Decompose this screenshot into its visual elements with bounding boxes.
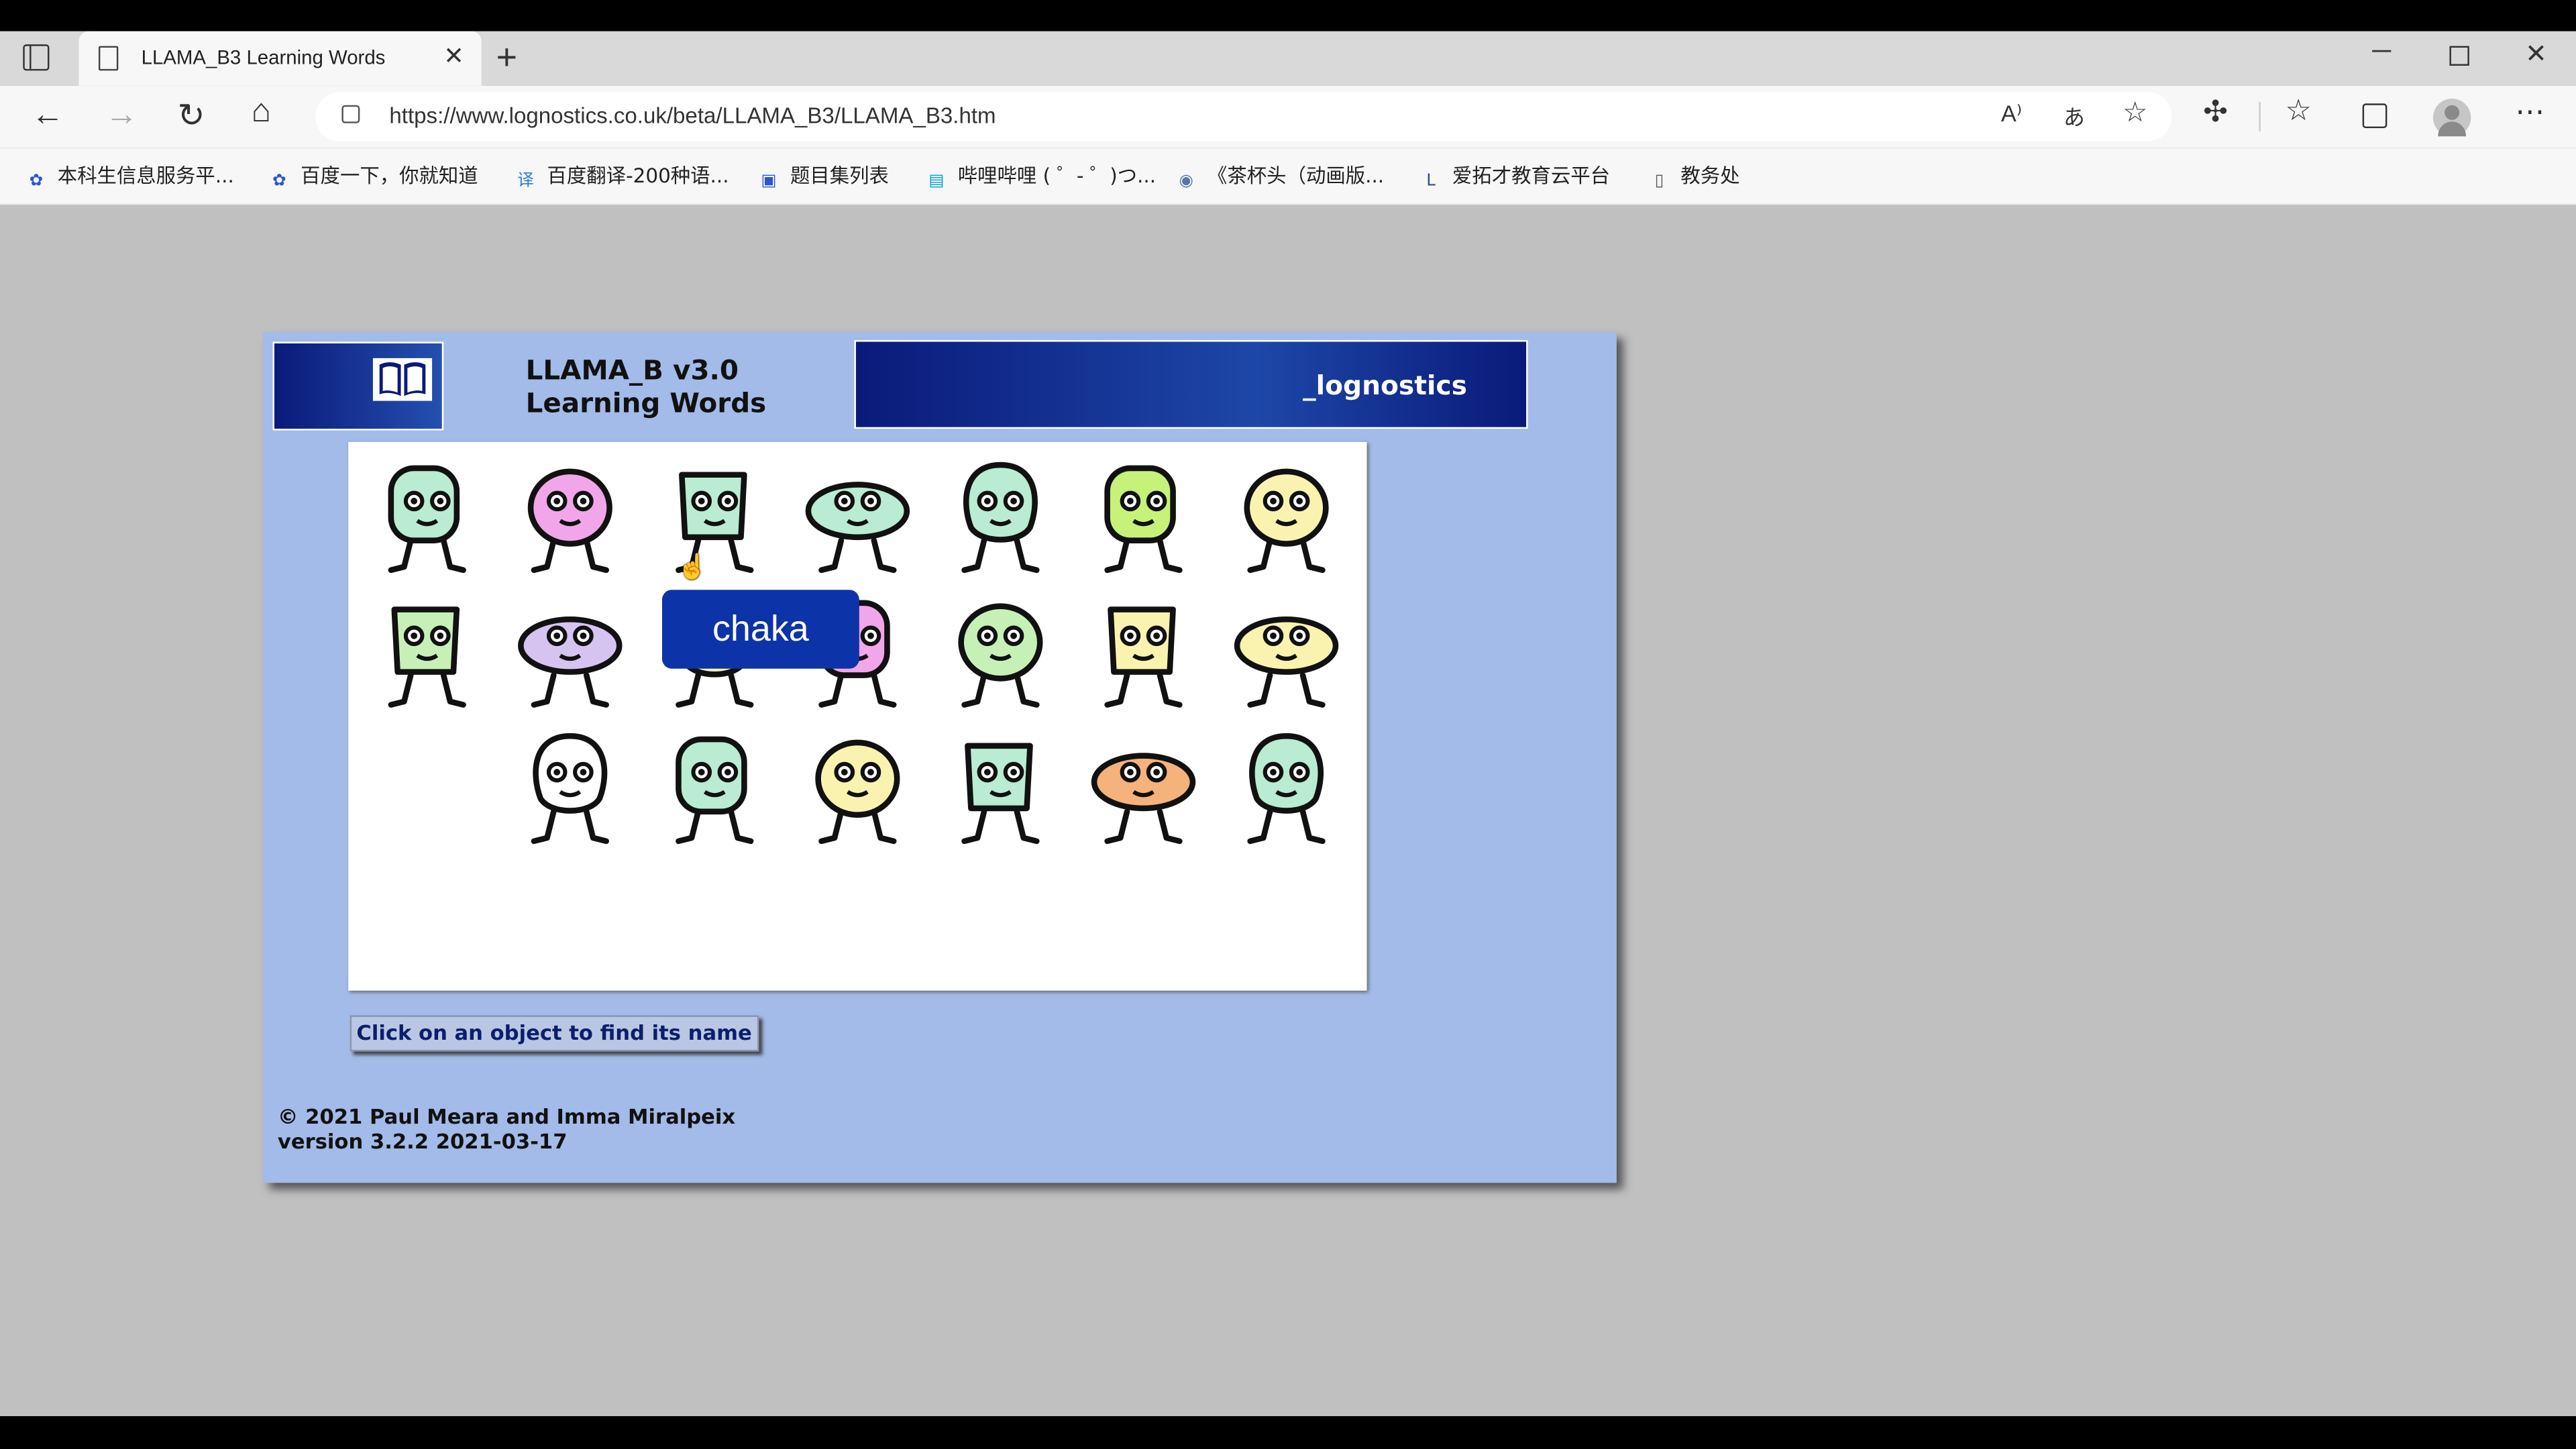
bookmark-item[interactable]: 译百度翻译-200种语...: [515, 161, 729, 194]
profile-avatar[interactable]: [2432, 98, 2471, 137]
forward-icon[interactable]: →: [105, 97, 138, 134]
creature-board: [348, 441, 1367, 991]
brand-banner: _lognostics: [854, 339, 1528, 429]
add-favorite-icon[interactable]: ☆: [2123, 97, 2147, 129]
bookmark-label: 题目集列表: [790, 164, 889, 188]
ufo-creature[interactable]: [934, 451, 1066, 583]
bookmark-item[interactable]: ✿ 本科生信息服务平...: [25, 161, 234, 194]
bookmark-label: 爱拓才教育云平台: [1452, 164, 1611, 188]
chat-icon: ▣: [761, 172, 777, 191]
favorites-icon[interactable]: ☆: [2286, 94, 2312, 128]
app-title: LLAMA_B v3.0 Learning Words: [526, 355, 767, 421]
L-icon: L: [1426, 172, 1436, 191]
bookmark-item[interactable]: ▣ 题目集列表: [757, 161, 889, 194]
tab-active[interactable]: LLAMA_B3 Learning Words ✕: [78, 31, 482, 86]
translate-icon: 译: [517, 172, 534, 191]
tv-icon: ▤: [928, 172, 945, 191]
extensions-icon[interactable]: ✣: [2203, 95, 2228, 129]
bookmark-item[interactable]: ▯ 教务处: [1648, 161, 1740, 194]
toolbar-divider: [2259, 101, 2261, 131]
mustache-man-creature[interactable]: [792, 723, 923, 855]
tab-title: LLAMA_B3 Learning Words: [141, 46, 386, 69]
caterpillar-creature[interactable]: [504, 723, 636, 855]
app-title-line1: LLAMA_B v3.0: [525, 354, 739, 386]
close-tab-icon[interactable]: ✕: [443, 41, 464, 71]
bookmark-label: 百度一下，你就知道: [301, 164, 478, 188]
bee-creature[interactable]: [934, 586, 1066, 718]
mouse-cursor-icon: ☝: [676, 553, 708, 582]
lock-icon[interactable]: [341, 105, 360, 123]
settings-more-icon[interactable]: ⋯: [2515, 95, 2544, 129]
apple-core-creature[interactable]: [1078, 451, 1210, 583]
url-text[interactable]: https://www.lognostics.co.uk/beta/LLAMA_…: [389, 103, 996, 128]
new-tab-button[interactable]: +: [496, 36, 517, 79]
bookmark-label: 教务处: [1680, 164, 1740, 188]
play-icon: ◉: [1179, 172, 1193, 191]
bookmark-item[interactable]: ✿ 百度一下，你就知道: [268, 161, 478, 194]
book-icon: [372, 358, 433, 401]
bookmark-label: 哔哩哔哩 ( ゜- ゜)つ...: [957, 164, 1157, 188]
app-title-line2: Learning Words: [525, 387, 767, 419]
bookmark-item[interactable]: L 爱拓才教育云平台: [1419, 161, 1610, 194]
twin-birds-creature[interactable]: [1221, 451, 1352, 583]
taskbar-edge: [0, 1416, 2576, 1449]
address-bar[interactable]: https://www.lognostics.co.uk/beta/LLAMA_…: [315, 92, 2172, 142]
browser-toolbar: ← → ↻ ⌂ https://www.lognostics.co.uk/bet…: [0, 85, 2576, 148]
bookmark-item[interactable]: ◉ 《茶杯头（动画版...: [1175, 161, 1384, 194]
paw-icon: ✿: [29, 172, 44, 191]
cheese-creature[interactable]: [1078, 586, 1210, 718]
footer: © 2021 Paul Meara and Imma Miralpeix ver…: [278, 1104, 735, 1153]
collections-icon[interactable]: [2362, 103, 2387, 129]
restore-icon[interactable]: [2449, 46, 2469, 66]
trumpet-bird-creature[interactable]: [1221, 586, 1352, 718]
hint-button[interactable]: Click on an object to find its name: [350, 1015, 759, 1052]
copyright-text: © 2021 Paul Meara and Imma Miralpeix: [277, 1104, 736, 1129]
bookmark-label: 《茶杯头（动画版...: [1208, 164, 1385, 188]
bookmark-item[interactable]: ▤ 哔哩哔哩 ( ゜- ゜)つ...: [925, 161, 1156, 194]
translate-icon[interactable]: あ: [2063, 100, 2085, 131]
cat-creature[interactable]: [362, 451, 493, 583]
name-tooltip: chaka: [661, 590, 859, 669]
fishbone-creature[interactable]: [362, 586, 493, 718]
home-icon[interactable]: ⌂: [252, 94, 272, 131]
back-icon[interactable]: ←: [32, 97, 64, 134]
book-logo: [272, 341, 444, 431]
close-window-icon[interactable]: ✕: [2525, 38, 2547, 70]
snake-creature[interactable]: [934, 723, 1066, 855]
crocodile-creature[interactable]: [792, 451, 923, 583]
tab-actions-icon[interactable]: [23, 44, 50, 71]
page-viewport: LLAMA_B v3.0 Learning Words _lognostics …: [0, 205, 2576, 1417]
beehive-creature[interactable]: [1078, 723, 1210, 855]
read-aloud-icon[interactable]: A⁾: [2001, 100, 2022, 128]
tree-stump-creature[interactable]: [649, 451, 780, 583]
llama-panel: LLAMA_B v3.0 Learning Words _lognostics …: [262, 331, 1617, 1183]
whale-creature[interactable]: [649, 723, 780, 855]
paw-icon: ✿: [272, 172, 286, 191]
version-text: version 3.2.2 2021-03-17: [277, 1128, 568, 1154]
bookmarks-bar: ✿ 本科生信息服务平... ✿ 百度一下，你就知道 译百度翻译-200种语... ▣ 题目集…: [0, 148, 2576, 206]
pink-drop-creature[interactable]: [504, 451, 636, 583]
page-icon: ▯: [1654, 172, 1664, 191]
turtle-creature[interactable]: [1221, 723, 1352, 855]
refresh-icon[interactable]: ↻: [177, 95, 205, 136]
tab-strip: LLAMA_B3 Learning Words ✕ + ─ ✕: [0, 31, 2576, 86]
brand-logo: _lognostics: [1303, 370, 1467, 401]
minimize-icon[interactable]: ─: [2372, 38, 2391, 67]
bookmark-label: 本科生信息服务平...: [57, 164, 234, 188]
bookmark-label: 百度翻译-200种语...: [547, 164, 729, 188]
lizard-creature[interactable]: [504, 586, 636, 718]
page-icon: [98, 46, 119, 71]
